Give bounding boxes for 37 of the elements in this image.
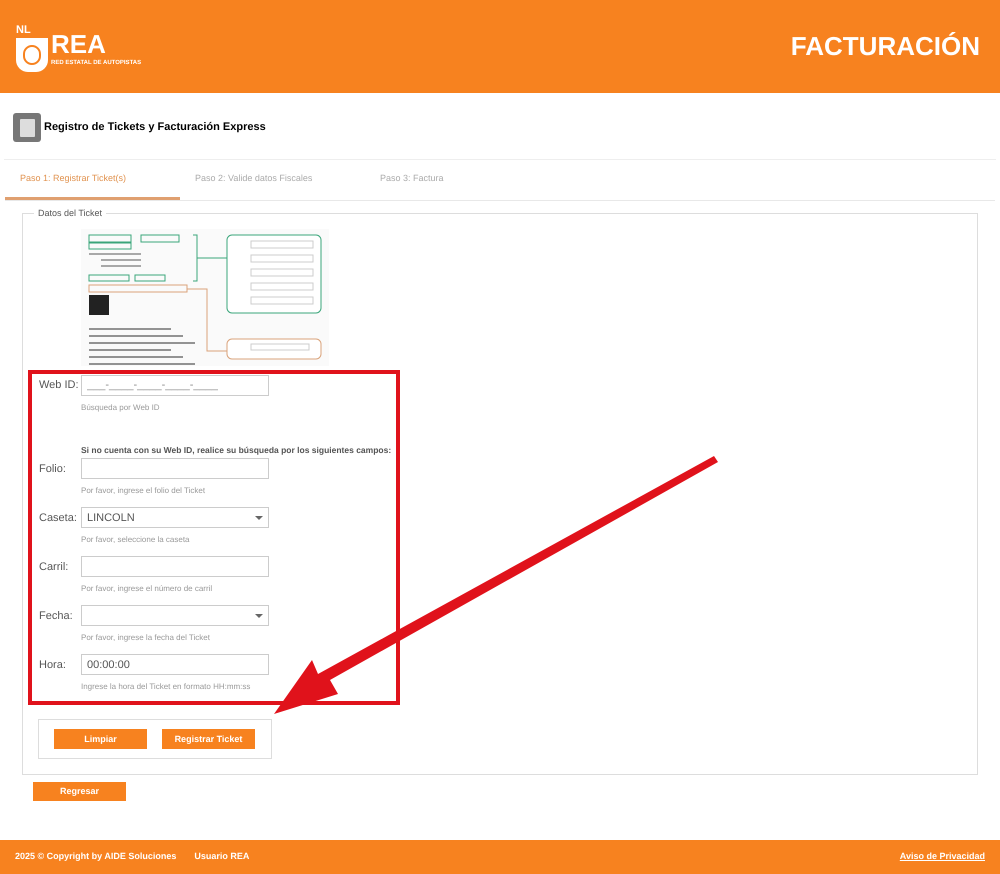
- logo-text: NL: [16, 25, 31, 36]
- invoice-icon: [13, 113, 41, 142]
- input-field[interactable]: [81, 458, 269, 480]
- caret-icon: [255, 614, 263, 618]
- page-title: Registro de Tickets y Facturación Express: [44, 120, 266, 136]
- field-label: Caseta:: [39, 510, 78, 526]
- caret-icon: [255, 516, 263, 520]
- action-button[interactable]: Limpiar: [54, 729, 147, 750]
- logo-text: REA: [51, 31, 107, 57]
- help-text: Búsqueda por Web ID: [81, 402, 161, 414]
- action-button[interactable]: Registrar Ticket: [162, 729, 255, 750]
- field-label: Web ID:: [39, 378, 80, 393]
- step-tab[interactable]: Paso 2: Valide datos Fiscales: [180, 160, 365, 200]
- input-field[interactable]: 00:00:00: [81, 654, 269, 676]
- header-title: FACTURACIÓN: [790, 30, 980, 63]
- input-field[interactable]: [81, 556, 269, 578]
- user-text: Usuario REA: [194, 850, 250, 864]
- back-button[interactable]: Regresar: [33, 782, 126, 801]
- help-text: Por favor, ingrese la fecha del Ticket: [81, 632, 211, 644]
- field-label: Fecha:: [39, 608, 74, 624]
- help-text: Por favor, seleccione la caseta: [81, 534, 191, 546]
- copyright-text: 2025 © Copyright by AIDE Soluciones: [15, 850, 176, 864]
- field-label: Carril:: [39, 560, 70, 574]
- step-tab[interactable]: Paso 3: Factura: [365, 160, 550, 200]
- help-text: Por favor, ingrese el número de carril: [81, 583, 214, 596]
- field-label: Folio:: [39, 462, 67, 476]
- dropdown-field[interactable]: LINCOLN: [81, 507, 269, 528]
- step-tab[interactable]: Paso 1: Registrar Ticket(s): [5, 160, 180, 200]
- help-text: Ingrese la hora del Ticket en formato HH:mm:ss: [81, 681, 252, 694]
- panel-legend: Datos del Ticket: [34, 207, 106, 220]
- dropdown-field[interactable]: [81, 605, 269, 626]
- shield-icon: [16, 38, 48, 72]
- help-text: Por favor, ingrese el folio del Ticket: [81, 485, 206, 498]
- section-heading: Si no cuenta con su Web ID, realice su búsqueda por los siguientes campos:: [81, 444, 392, 456]
- field-label: Hora:: [39, 658, 67, 672]
- web-id-field[interactable]: ___-____-____-____-____: [81, 374, 269, 396]
- privacy-link[interactable]: Aviso de Privacidad: [900, 850, 985, 864]
